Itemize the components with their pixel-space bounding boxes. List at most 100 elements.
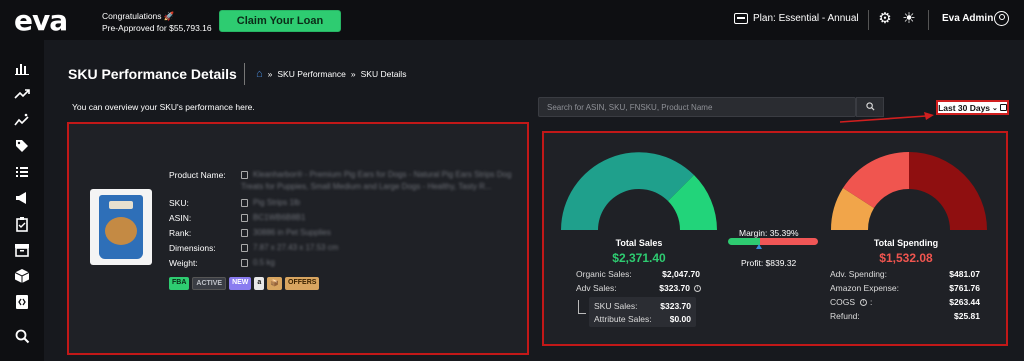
adv-spending-value: $481.07 [949, 269, 980, 279]
badge-box[interactable]: 📦 [267, 277, 283, 290]
total-spending-gauge [830, 151, 987, 230]
total-spending-title: Total Spending [873, 238, 939, 248]
weight-label: Weight: [169, 258, 198, 268]
organic-sales-value: $2,047.70 [662, 269, 700, 279]
product-badges: FBA ACTIVE NEW a 📦 OFFERS [169, 277, 320, 290]
clipboard-icon[interactable] [14, 216, 30, 232]
total-spending-value: $1,532.08 [879, 251, 933, 265]
plan-indicator[interactable]: Plan: Essential - Annual [734, 13, 859, 24]
organic-sales-arc [561, 152, 694, 230]
product-bag-graphic [99, 195, 143, 259]
calendar-icon [999, 104, 1007, 111]
breadcrumb-sku-performance[interactable]: SKU Performance [277, 69, 346, 79]
bar-chart-icon[interactable] [14, 60, 30, 76]
badge-offers[interactable]: OFFERS [285, 277, 320, 290]
total-sales-title: Total Sales [615, 238, 663, 248]
refund-label: Refund: [830, 311, 860, 321]
box-icon[interactable] [14, 268, 30, 284]
sidebar [0, 40, 44, 361]
badge-active: ACTIVE [192, 277, 227, 290]
badge-new: NEW [229, 277, 252, 290]
adv-sales-value: $323.70 [659, 283, 690, 293]
preapproved-amount: Pre-Approved for $55,793.16 [102, 23, 212, 33]
adv-sales-label: Adv Sales: [576, 283, 617, 293]
breadcrumb-separator: » [267, 69, 273, 79]
trend-icon[interactable] [14, 86, 30, 102]
annotation-arrow [839, 112, 934, 123]
rank-label: Rank: [169, 228, 192, 238]
sparkle-chart-icon[interactable] [14, 112, 30, 128]
date-range-dropdown[interactable]: Last 30 Days ⌄ [936, 100, 1009, 115]
breadcrumb: ⌂ » SKU Performance » SKU Details [256, 68, 406, 80]
rank-value: 30886 in Pet Supplies [253, 228, 331, 237]
sun-icon[interactable]: ☀ [901, 11, 917, 27]
adv-spending-label: Adv. Spending: [830, 269, 888, 279]
product-name-label: Product Name: [169, 170, 226, 180]
code-icon[interactable] [14, 294, 30, 310]
divider [868, 10, 869, 30]
copy-icon[interactable] [241, 229, 248, 237]
refund-value: $25.81 [954, 311, 980, 321]
cogs-label: COGS [830, 297, 856, 307]
megaphone-icon[interactable] [14, 190, 30, 206]
gear-icon[interactable]: ⚙ [877, 11, 893, 27]
dimensions-label: Dimensions: [169, 243, 216, 253]
divider [928, 10, 929, 30]
badge-amazon[interactable]: a [254, 277, 265, 290]
amazon-expense-value: $761.76 [949, 283, 980, 293]
plan-card-icon [734, 13, 748, 24]
total-sales-gauge [561, 152, 717, 230]
cogs-value: $263.44 [949, 297, 980, 307]
amazon-expense-arc [909, 152, 987, 230]
weight-icon [241, 259, 248, 267]
user-avatar-icon[interactable] [994, 11, 1009, 26]
list-icon[interactable] [14, 164, 30, 180]
asin-value: BC1WB6B8B1 [253, 213, 306, 222]
attribute-sales-label: Attribute Sales: [594, 314, 652, 324]
dimensions-value: 7.87 x 27.43 x 17.53 cm [253, 243, 339, 252]
title-divider [244, 63, 245, 85]
breadcrumb-separator: » [350, 69, 356, 79]
margin-label: Margin: 35.39% [739, 228, 799, 238]
adv-sales-breakdown: SKU Sales: $323.70 Attribute Sales: $0.0… [589, 297, 696, 327]
overview-text: You can overview your SKU's performance … [72, 102, 255, 112]
copy-icon[interactable] [241, 214, 248, 222]
archive-icon[interactable] [14, 242, 30, 258]
info-icon[interactable]: i [694, 285, 701, 292]
product-info-card: Product Name: Kleanharbor® - Premium Pig… [67, 122, 529, 355]
date-range-label: Last 30 Days [938, 102, 991, 113]
search-input[interactable]: Search for ASIN, SKU, FNSKU, Product Nam… [538, 97, 856, 117]
info-icon[interactable]: i [860, 299, 867, 306]
preapproval-message: Congratulations 🚀 Pre-Approved for $55,7… [102, 10, 212, 34]
sku-value: Pig Strips 1lb [253, 198, 301, 207]
eva-logo[interactable]: eva [14, 4, 68, 37]
search-icon[interactable] [14, 328, 30, 344]
tag-icon[interactable] [14, 138, 30, 154]
copy-icon[interactable] [241, 199, 248, 207]
margin-marker [756, 244, 762, 249]
product-name-value-line2: Treats for Puppies, Small Medium and Lar… [241, 182, 492, 191]
congrats-text: Congratulations 🚀 [102, 11, 175, 21]
user-name[interactable]: Eva Admin [942, 13, 993, 24]
chevron-down-icon: ⌄ [992, 104, 998, 112]
product-name-value: Kleanharbor® - Premium Pig Ears for Dogs… [253, 170, 512, 179]
margin-bar [728, 238, 818, 245]
sku-sales-value: $323.70 [660, 301, 691, 311]
ruler-icon [241, 244, 248, 252]
sub-item-connector [578, 300, 586, 314]
attribute-sales-value: $0.00 [669, 314, 691, 324]
weight-value: 0.5 kg [253, 258, 275, 267]
copy-icon[interactable] [241, 171, 248, 179]
breadcrumb-sku-details: SKU Details [360, 69, 407, 79]
organic-sales-label: Organic Sales: [576, 269, 632, 279]
product-image [90, 189, 152, 265]
plan-label: Plan: Essential - Annual [753, 13, 859, 24]
sku-label: SKU: [169, 198, 189, 208]
top-bar: eva Congratulations 🚀 Pre-Approved for $… [0, 0, 1024, 40]
margin-bar-cost [759, 238, 818, 245]
search-icon [865, 102, 875, 111]
badge-fba: FBA [169, 277, 190, 290]
home-icon[interactable]: ⌂ [256, 68, 263, 80]
claim-loan-button[interactable]: Claim Your Loan [219, 10, 341, 32]
amazon-expense-label: Amazon Expense: [830, 283, 899, 293]
